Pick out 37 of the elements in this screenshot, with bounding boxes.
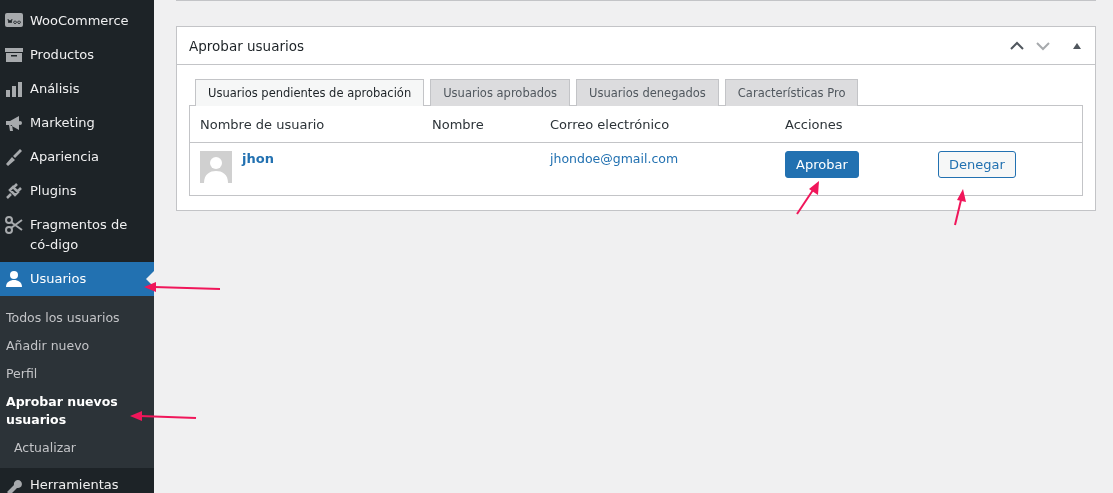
submenu-item[interactable]: Perfil: [0, 360, 154, 388]
sidebar-item[interactable]: Plugins: [0, 174, 154, 208]
approve-button[interactable]: Aprobar: [785, 151, 859, 178]
annotation-arrow: [795, 180, 821, 216]
panel-title: Aprobar usuarios: [189, 37, 304, 54]
sidebar-item[interactable]: Herramientas: [0, 468, 154, 493]
menu-icon: [4, 269, 24, 289]
email-link[interactable]: jhondoe@gmail.com: [550, 151, 679, 166]
column-header: Acciones: [784, 116, 844, 132]
sidebar-item[interactable]: Apariencia: [0, 140, 154, 174]
username-link[interactable]: jhon: [242, 151, 274, 166]
tab[interactable]: Características Pro: [724, 79, 859, 106]
column-header: Nombre: [431, 116, 485, 132]
submenu-item[interactable]: Añadir nuevo: [0, 332, 154, 360]
submenu-item[interactable]: Aprobar nuevos usuarios: [0, 388, 154, 434]
menu-icon: [4, 181, 24, 201]
menu-icon: [4, 147, 24, 167]
tab[interactable]: Usuarios aprobados: [430, 79, 571, 106]
menu-icon: [4, 215, 24, 235]
menu-icon: [4, 45, 24, 65]
sidebar-item[interactable]: Marketing: [0, 106, 154, 140]
menu-icon: [4, 79, 24, 99]
submenu-item[interactable]: Actualizar: [0, 434, 154, 462]
sidebar-item[interactable]: Productos: [0, 38, 154, 72]
sidebar-item[interactable]: Fragmentos de có-digo: [0, 208, 154, 262]
avatar-placeholder: [200, 151, 232, 183]
menu-icon: [4, 113, 24, 133]
deny-button[interactable]: Denegar: [938, 151, 1016, 178]
submenu-item[interactable]: Todos los usuarios: [0, 304, 154, 332]
tab[interactable]: Usuarios pendientes de aprobación: [195, 79, 425, 106]
column-header: Nombre de usuario: [199, 116, 326, 132]
sidebar-item[interactable]: WooCommerce: [0, 4, 154, 38]
sidebar-item[interactable]: Usuarios: [0, 262, 154, 296]
sidebar-item[interactable]: Análisis: [0, 72, 154, 106]
annotation-arrow: [952, 188, 968, 226]
tab[interactable]: Usuarios denegados: [576, 79, 719, 106]
column-header: Correo electrónico: [549, 116, 671, 132]
